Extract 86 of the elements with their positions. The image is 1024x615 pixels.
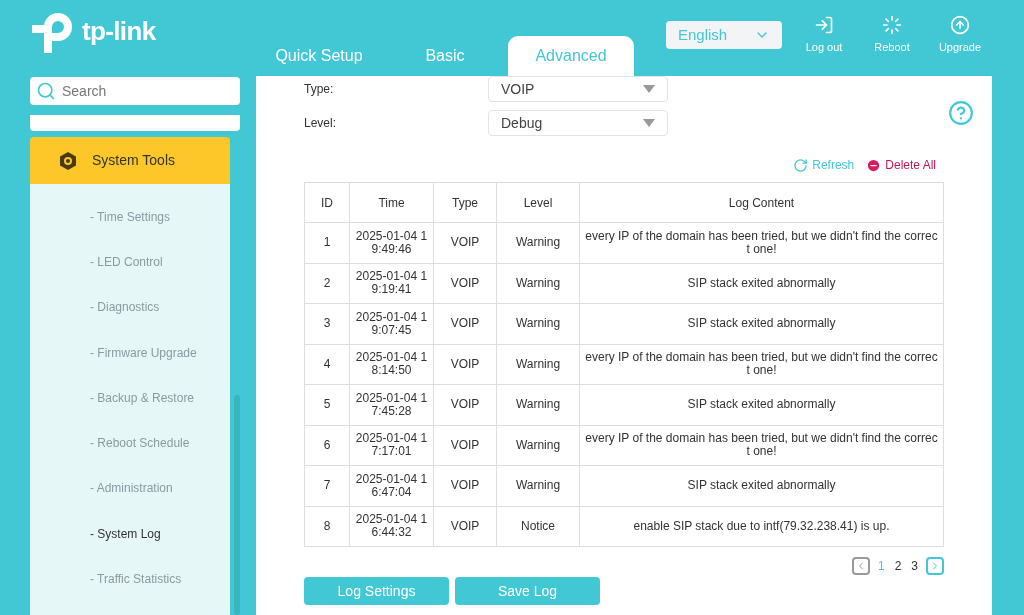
table-cell: 6	[304, 425, 350, 466]
nav-tab[interactable]: Quick Setup	[256, 36, 382, 76]
table-cell: VOIP	[433, 344, 497, 385]
table-cell: 2025-01-04 17:17:01	[349, 425, 434, 466]
menu-item[interactable]: - Time Settings	[90, 207, 171, 226]
menu-section[interactable]: System Tools	[30, 137, 230, 184]
header-action-button[interactable]: Upgrade	[934, 14, 986, 56]
table-cell: Warning	[496, 465, 580, 506]
table-cell: 2025-01-04 18:14:50	[349, 344, 434, 385]
page-link[interactable]: 2	[892, 557, 904, 575]
table-cell: Warning	[496, 263, 580, 304]
table-cell: 2025-01-04 16:44:32	[349, 506, 434, 547]
table-cell: 3	[304, 303, 350, 344]
help-icon[interactable]	[948, 100, 974, 126]
table-cell: VOIP	[433, 506, 497, 547]
menu-item[interactable]: - LED Control	[90, 252, 163, 271]
table-cell: 7	[304, 465, 350, 506]
filter-select[interactable]: VOIP	[488, 76, 668, 102]
table-cell: Warning	[496, 303, 580, 344]
refresh-icon	[793, 157, 809, 173]
menu-item[interactable]: - Administration	[90, 479, 173, 498]
table-cell: Warning	[496, 425, 580, 466]
table-cell: 2025-01-04 17:45:28	[349, 384, 434, 425]
menu-item[interactable]: - Reboot Schedule	[90, 434, 190, 453]
table-cell: Warning	[496, 344, 580, 385]
column-header: ID	[304, 182, 350, 223]
filter-label: Level:	[304, 115, 338, 132]
table-cell: SIP stack exited abnormally	[579, 465, 944, 506]
column-header: Type	[433, 182, 497, 223]
caret-icon	[643, 85, 655, 93]
table-cell: 2025-01-04 19:49:46	[349, 222, 434, 263]
page-link[interactable]: 3	[909, 557, 920, 575]
table-cell: 8	[304, 506, 350, 547]
header-action-button[interactable]: Reboot	[866, 14, 918, 56]
menu-item[interactable]: - System Log	[90, 524, 161, 543]
table-cell: VOIP	[433, 465, 497, 506]
logo-text: tp-link	[82, 14, 156, 48]
column-header: Time	[349, 182, 434, 223]
menu-item[interactable]: - Firmware Upgrade	[90, 343, 197, 362]
table-cell: Notice	[496, 506, 580, 547]
filter-select[interactable]: Debug	[488, 110, 668, 136]
table-cell: VOIP	[433, 263, 497, 304]
table-cell: 2	[304, 263, 350, 304]
action-button[interactable]: Log Settings	[304, 577, 449, 605]
table-cell: Warning	[496, 384, 580, 425]
table-cell: SIP stack exited abnormally	[579, 263, 944, 304]
column-header: Log Content	[579, 182, 944, 223]
menu-item[interactable]: - Diagnostics	[90, 298, 160, 317]
gear-icon	[58, 150, 78, 171]
caret-icon	[643, 119, 655, 127]
filter-label: Type:	[304, 81, 335, 98]
table-cell: every IP of the domain has been tried, but we didn't find the correct one!	[579, 344, 944, 385]
table-cell: every IP of the domain has been tried, but we didn't find the correct one!	[579, 222, 944, 263]
table-cell: VOIP	[433, 303, 497, 344]
refresh-button[interactable]: Refresh	[793, 156, 855, 174]
menu-item[interactable]: - Backup & Restore	[90, 388, 195, 407]
table-cell: 4	[304, 344, 350, 385]
action-button[interactable]: Save Log	[455, 577, 600, 605]
table-cell: enable SIP stack due to intf(79.32.238.41) is up.	[579, 506, 944, 547]
table-cell: Warning	[496, 222, 580, 263]
next-page-button[interactable]	[926, 557, 944, 575]
table-cell: 2025-01-04 19:19:41	[349, 263, 434, 304]
table-cell: 2025-01-04 19:07:45	[349, 303, 434, 344]
page-link[interactable]: 1	[875, 557, 887, 575]
column-header: Level	[496, 182, 580, 223]
delete-all-button[interactable]: Delete All	[866, 156, 936, 174]
table-cell: VOIP	[433, 425, 497, 466]
menu-item[interactable]: - Traffic Statistics	[90, 570, 182, 588]
table-cell: VOIP	[433, 384, 497, 425]
upgrade-icon	[950, 14, 970, 35]
search-icon	[36, 81, 56, 101]
nav-tab[interactable]: Advanced	[508, 36, 634, 76]
reboot-icon	[882, 14, 902, 35]
table-cell: 1	[304, 222, 350, 263]
table-cell: SIP stack exited abnormally	[579, 303, 944, 344]
table-cell: SIP stack exited abnormally	[579, 384, 944, 425]
delete-icon	[866, 157, 882, 173]
table-cell: 5	[304, 384, 350, 425]
header-action-button[interactable]: Log out	[798, 14, 850, 56]
table-cell: 2025-01-04 16:47:04	[349, 465, 434, 506]
table-cell: every IP of the domain has been tried, but we didn't find the correct one!	[579, 425, 944, 466]
nav-tab[interactable]: Basic	[382, 36, 508, 76]
language-select[interactable]: English	[666, 21, 782, 49]
table-cell: VOIP	[433, 222, 497, 263]
search-field[interactable]: Search	[30, 77, 240, 105]
logout-icon	[814, 14, 834, 35]
